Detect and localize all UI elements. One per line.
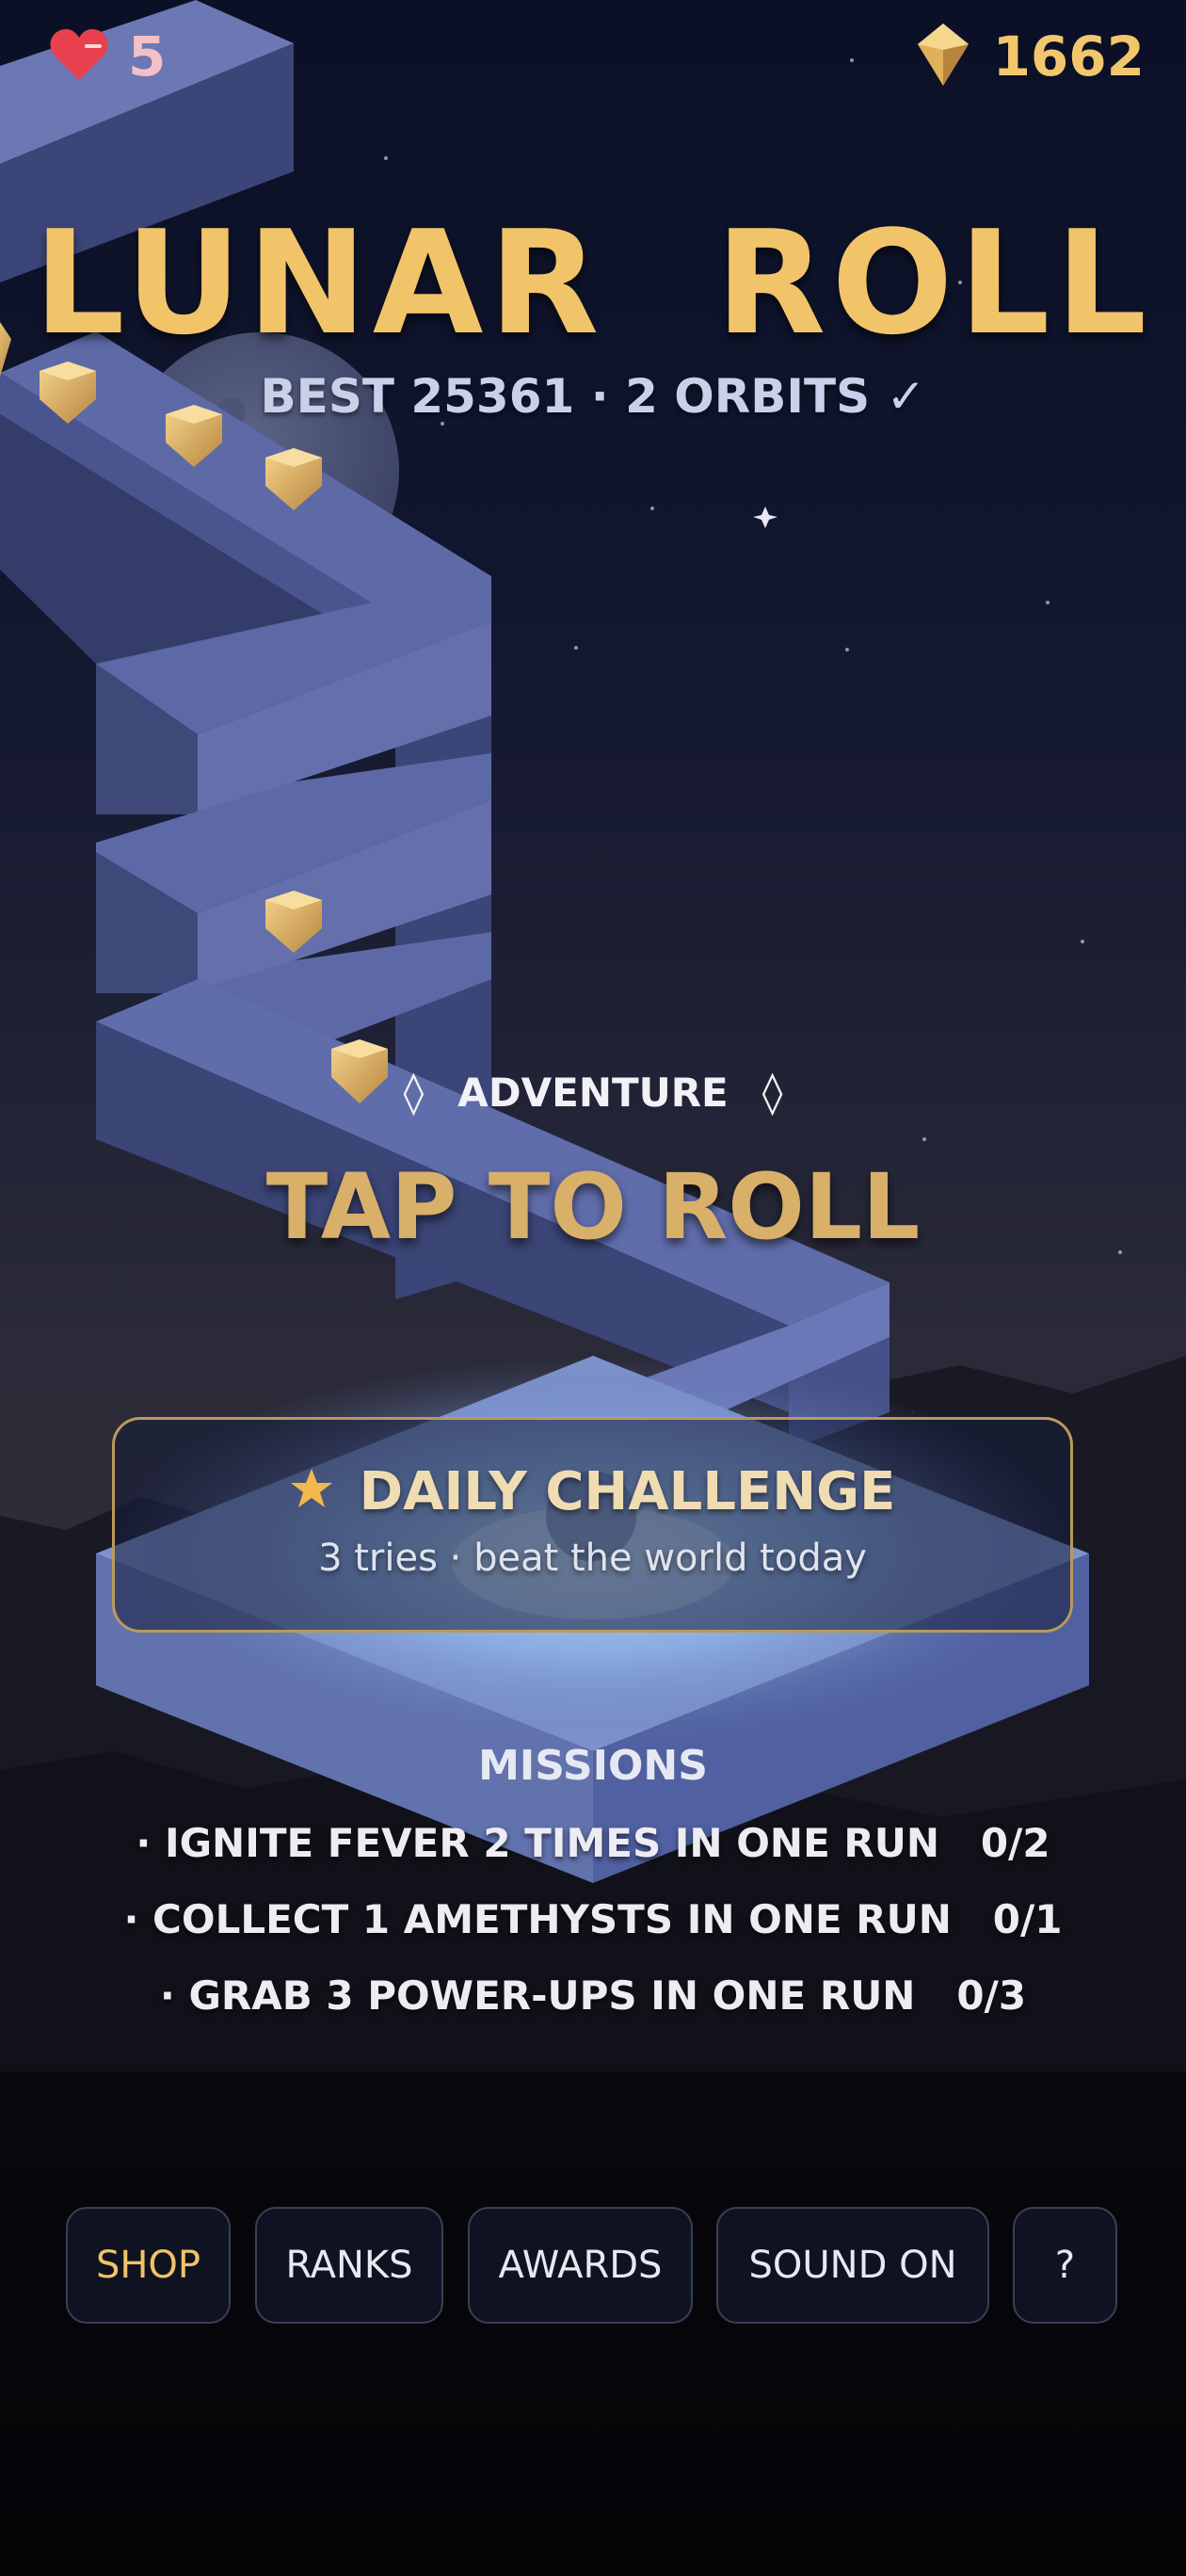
tap-to-roll-prompt[interactable]: TAP TO ROLL [0, 1154, 1186, 1260]
game-mode-label: ADVENTURE [457, 1069, 729, 1116]
missions-title: MISSIONS [478, 1742, 708, 1790]
game-mode-selector[interactable]: ◊ ADVENTURE ◊ [0, 1062, 1186, 1122]
sound-toggle-button[interactable]: SOUND ON [716, 2207, 989, 2324]
game-title: LUNAR ROLL [33, 200, 1153, 366]
ranks-button[interactable]: RANKS [255, 2207, 443, 2324]
star-icon [290, 1461, 333, 1522]
game-screen[interactable]: 5 1662 LUNAR ROLL BEST 25361 · 2 ORBITS … [0, 0, 1186, 2576]
daily-challenge-button[interactable]: DAILY CHALLENGE 3 tries · beat the world… [112, 1417, 1073, 1633]
gem-icon [916, 22, 970, 91]
heart-icon [49, 27, 109, 86]
bottom-shadow [0, 2071, 1186, 2576]
lives-counter: 5 [49, 21, 166, 92]
daily-challenge-title: DAILY CHALLENGE [359, 1461, 896, 1522]
best-score-text: BEST 25361 · 2 ORBITS ✓ [260, 369, 926, 424]
daily-challenge-subtitle: 3 tries · beat the world today [318, 1537, 867, 1580]
gem-counter: 1662 [916, 21, 1145, 92]
awards-button[interactable]: AWARDS [468, 2207, 693, 2324]
mission-item: · COLLECT 1 AMETHYSTS IN ONE RUN 0/1 [123, 1896, 1063, 1942]
sparkle-star [753, 507, 777, 528]
lives-value: 5 [128, 24, 167, 89]
diamond-outline-icon: ◊ [403, 1068, 425, 1117]
help-button[interactable]: ? [1013, 2207, 1117, 2324]
mission-item: · GRAB 3 POWER-UPS IN ONE RUN 0/3 [159, 1972, 1027, 2019]
gem-count-value: 1662 [992, 24, 1145, 89]
shop-button[interactable]: SHOP [66, 2207, 231, 2324]
diamond-outline-icon: ◊ [761, 1068, 783, 1117]
mission-item: · IGNITE FEVER 2 TIMES IN ONE RUN 0/2 [136, 1820, 1050, 1866]
